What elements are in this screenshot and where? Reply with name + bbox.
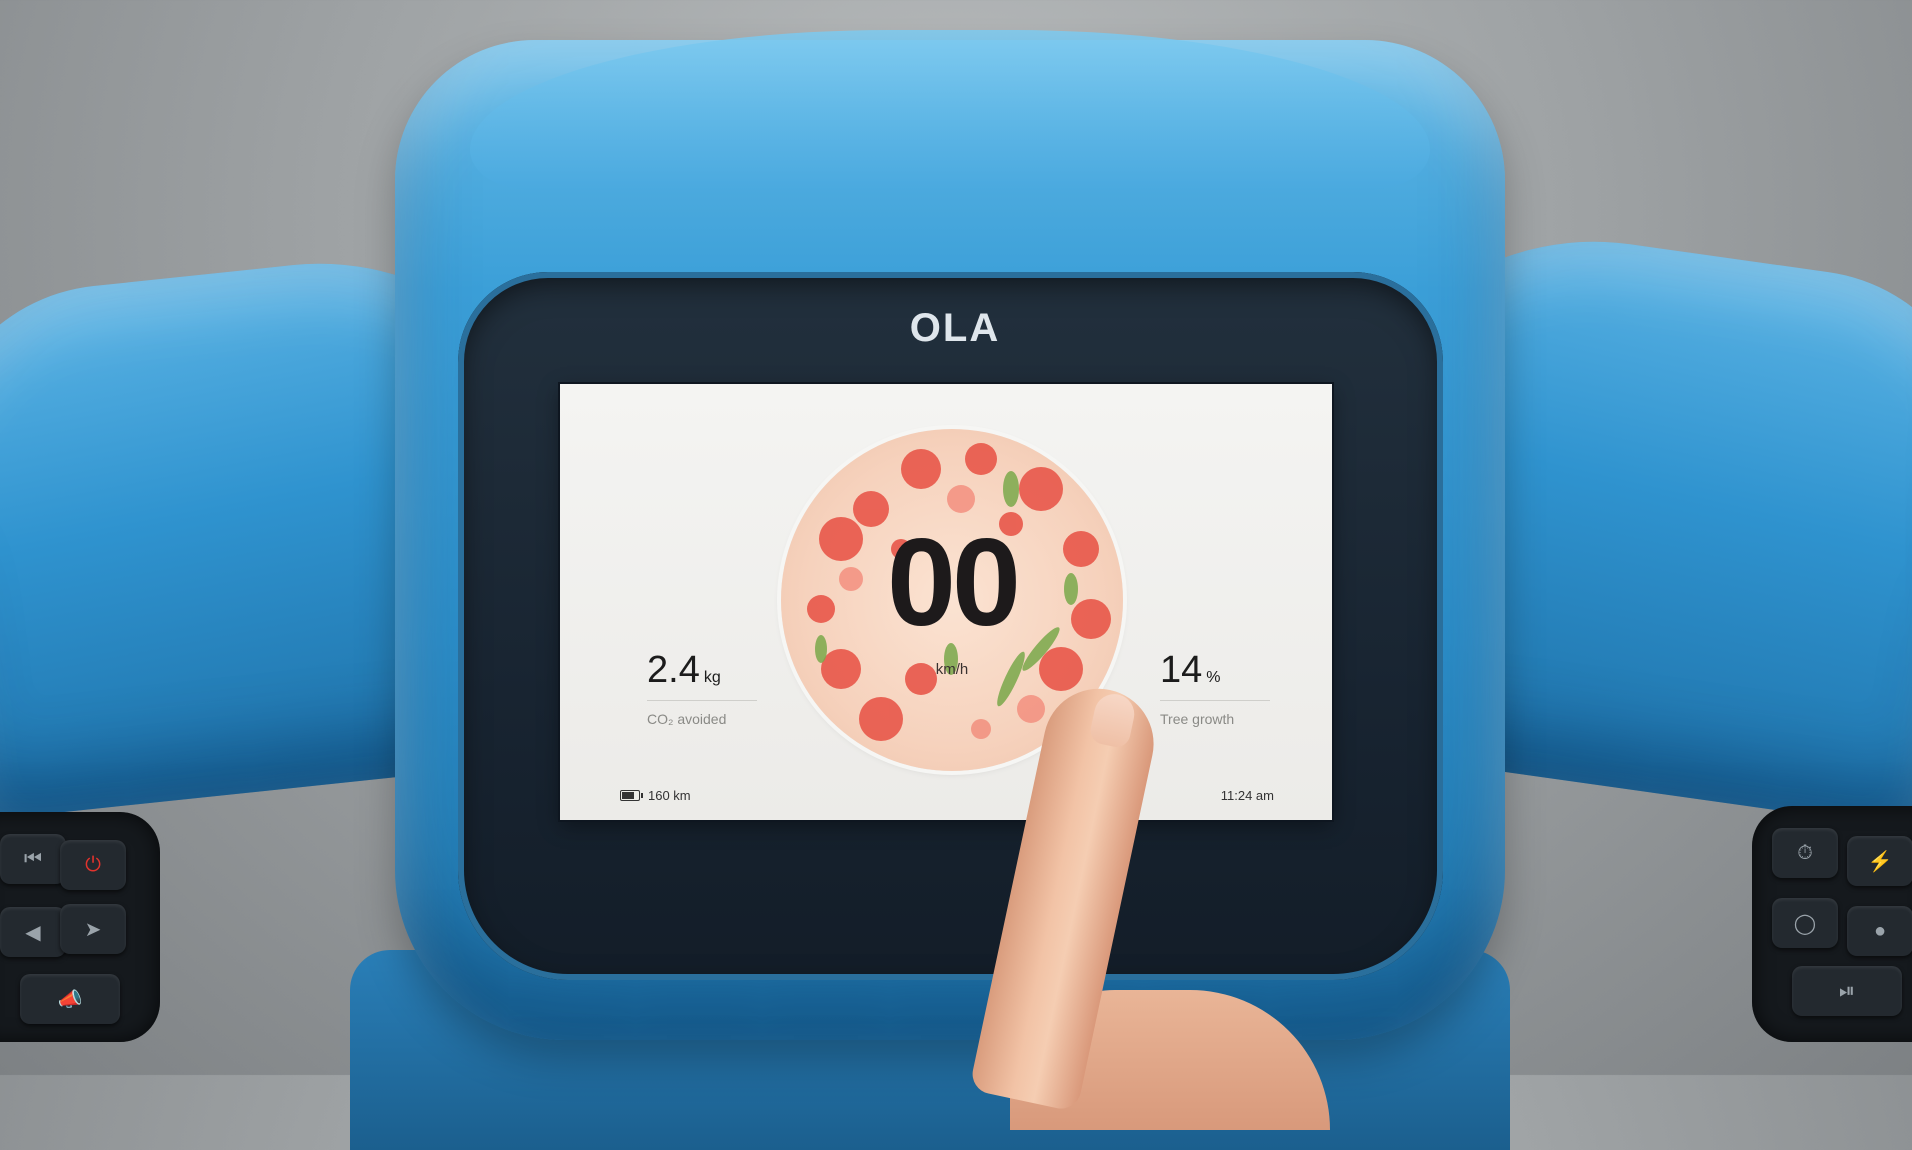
rewind-icon[interactable]: ⏮ [0,834,66,884]
power-button[interactable]: ⏻ [60,840,126,890]
boost-button[interactable]: ⚡ [1847,836,1912,886]
co2-divider [647,700,757,701]
secondary-circle-button[interactable]: ● [1847,906,1912,956]
battery-icon [620,790,643,801]
range-indicator: 160 km [620,788,691,803]
horn-button[interactable]: 📣 [20,974,120,1024]
play-pause-button[interactable]: ⏯ [1792,966,1902,1016]
co2-unit: kg [703,669,721,686]
co2-value: 2.4 [647,649,700,691]
scooter-dashboard-scene: ⏮ ⏻ ◀ ➤ 📣 ⏱ ⚡ ◯ ● ⏯ OLA 00 km/h 2.4 kg C… [0,0,1912,1150]
lightning-icon: ⚡ [1867,850,1893,873]
clock: 11:24 am [1220,788,1274,803]
brand-logo: OLA [909,306,1001,350]
power-icon: ⏻ [85,853,101,876]
right-indicator-button[interactable]: ➤ [60,904,126,954]
speedometer-icon: ⏱ [1797,841,1813,864]
range-value: 160 km [648,788,691,803]
horn-icon: 📣 [57,988,83,1011]
co2-label: CO₂ avoided [647,711,727,727]
right-switch-pod: ⏱ ⚡ ◯ ● ⏯ [1752,806,1912,1042]
arrow-right-icon: ➤ [84,918,102,941]
speed-readout: 00 [887,514,1021,652]
tree-growth-value: 14 [1160,649,1203,691]
left-indicator-button[interactable]: ◀ [0,907,66,957]
tree-growth-unit: % [1206,669,1221,686]
touch-display[interactable]: 00 km/h 2.4 kg CO₂ avoided 14% Tree growt… [560,384,1332,820]
tree-growth-label: Tree growth [1160,711,1235,727]
co2-stat[interactable]: 2.4 kg CO₂ avoided [647,649,757,727]
record-button[interactable]: ◯ [1772,898,1838,948]
play-pause-icon: ⏯ [1839,979,1855,1002]
left-switch-pod: ⏮ ⏻ ◀ ➤ 📣 [0,812,160,1042]
speed-unit: km/h [935,661,969,678]
circle-icon: ◯ [1793,912,1817,935]
arrow-left-icon: ◀ [25,921,41,944]
tree-growth-stat[interactable]: 14% Tree growth [1160,649,1270,727]
speed-mode-button[interactable]: ⏱ [1772,828,1838,878]
tree-growth-divider [1160,700,1270,701]
